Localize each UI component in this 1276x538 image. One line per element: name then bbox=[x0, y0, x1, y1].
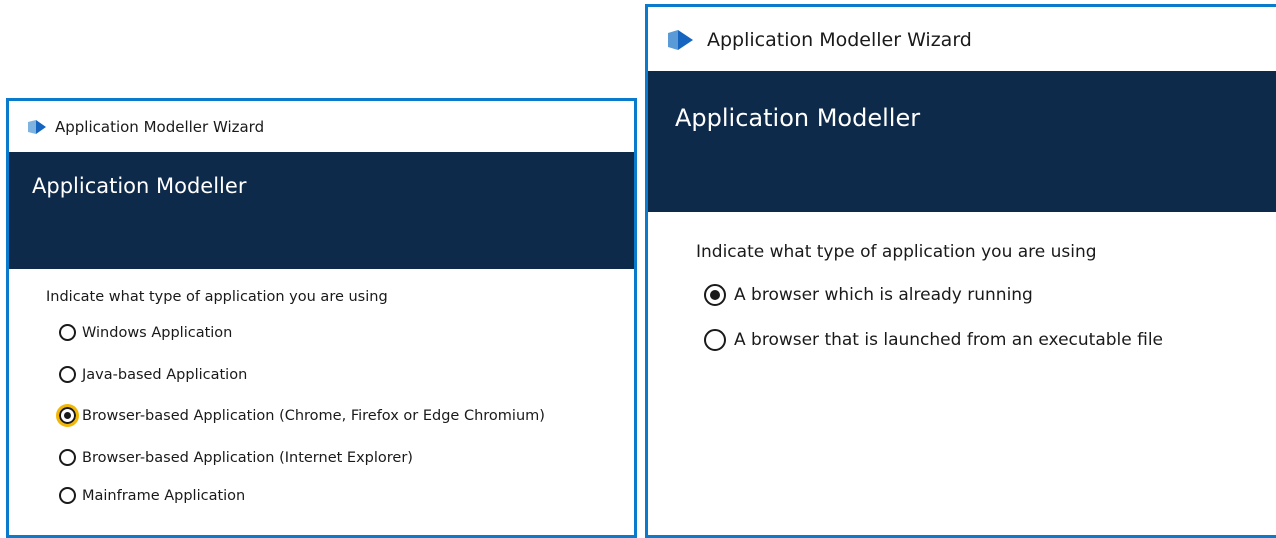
title-bar: Application Modeller Wizard bbox=[648, 7, 1276, 71]
prompt-label: Indicate what type of application you ar… bbox=[46, 289, 388, 305]
banner-title: Application Modeller bbox=[32, 174, 247, 198]
radio-browser-chrome-firefox-edge[interactable]: Browser-based Application (Chrome, Firef… bbox=[56, 404, 545, 427]
option-label: A browser which is already running bbox=[734, 285, 1033, 305]
radio-java-application[interactable]: Java-based Application bbox=[59, 366, 247, 383]
wizard-window-left: Application Modeller Wizard Application … bbox=[6, 98, 637, 538]
wizard-banner: Application Modeller bbox=[9, 152, 634, 269]
radio-button[interactable] bbox=[59, 487, 76, 504]
window-title: Application Modeller Wizard bbox=[55, 118, 265, 136]
blue-prism-logo-icon bbox=[28, 120, 46, 134]
radio-button[interactable] bbox=[59, 366, 76, 383]
window-title: Application Modeller Wizard bbox=[707, 29, 972, 51]
title-bar: Application Modeller Wizard bbox=[9, 101, 634, 152]
radio-button[interactable] bbox=[704, 329, 726, 351]
prompt-label: Indicate what type of application you ar… bbox=[696, 242, 1097, 262]
banner-title: Application Modeller bbox=[675, 104, 921, 132]
blue-prism-logo-icon bbox=[668, 30, 693, 50]
radio-browser-already-running[interactable]: A browser which is already running bbox=[704, 284, 1033, 306]
radio-button[interactable] bbox=[56, 404, 79, 427]
option-label: Mainframe Application bbox=[82, 487, 246, 504]
wizard-banner: Application Modeller bbox=[648, 71, 1276, 212]
radio-button[interactable] bbox=[704, 284, 726, 306]
radio-button[interactable] bbox=[59, 324, 76, 341]
radio-browser-from-executable[interactable]: A browser that is launched from an execu… bbox=[704, 329, 1163, 351]
option-label: A browser that is launched from an execu… bbox=[734, 330, 1164, 350]
radio-browser-internet-explorer[interactable]: Browser-based Application (Internet Expl… bbox=[59, 449, 413, 466]
option-label: Browser-based Application (Internet Expl… bbox=[82, 449, 413, 466]
radio-button[interactable] bbox=[59, 449, 76, 466]
wizard-window-right: Application Modeller Wizard Application … bbox=[645, 4, 1276, 538]
radio-windows-application[interactable]: Windows Application bbox=[59, 324, 232, 341]
option-label: Browser-based Application (Chrome, Firef… bbox=[82, 407, 545, 424]
radio-mainframe-application[interactable]: Mainframe Application bbox=[59, 487, 245, 504]
option-label: Windows Application bbox=[82, 324, 233, 341]
option-label: Java-based Application bbox=[82, 366, 248, 383]
